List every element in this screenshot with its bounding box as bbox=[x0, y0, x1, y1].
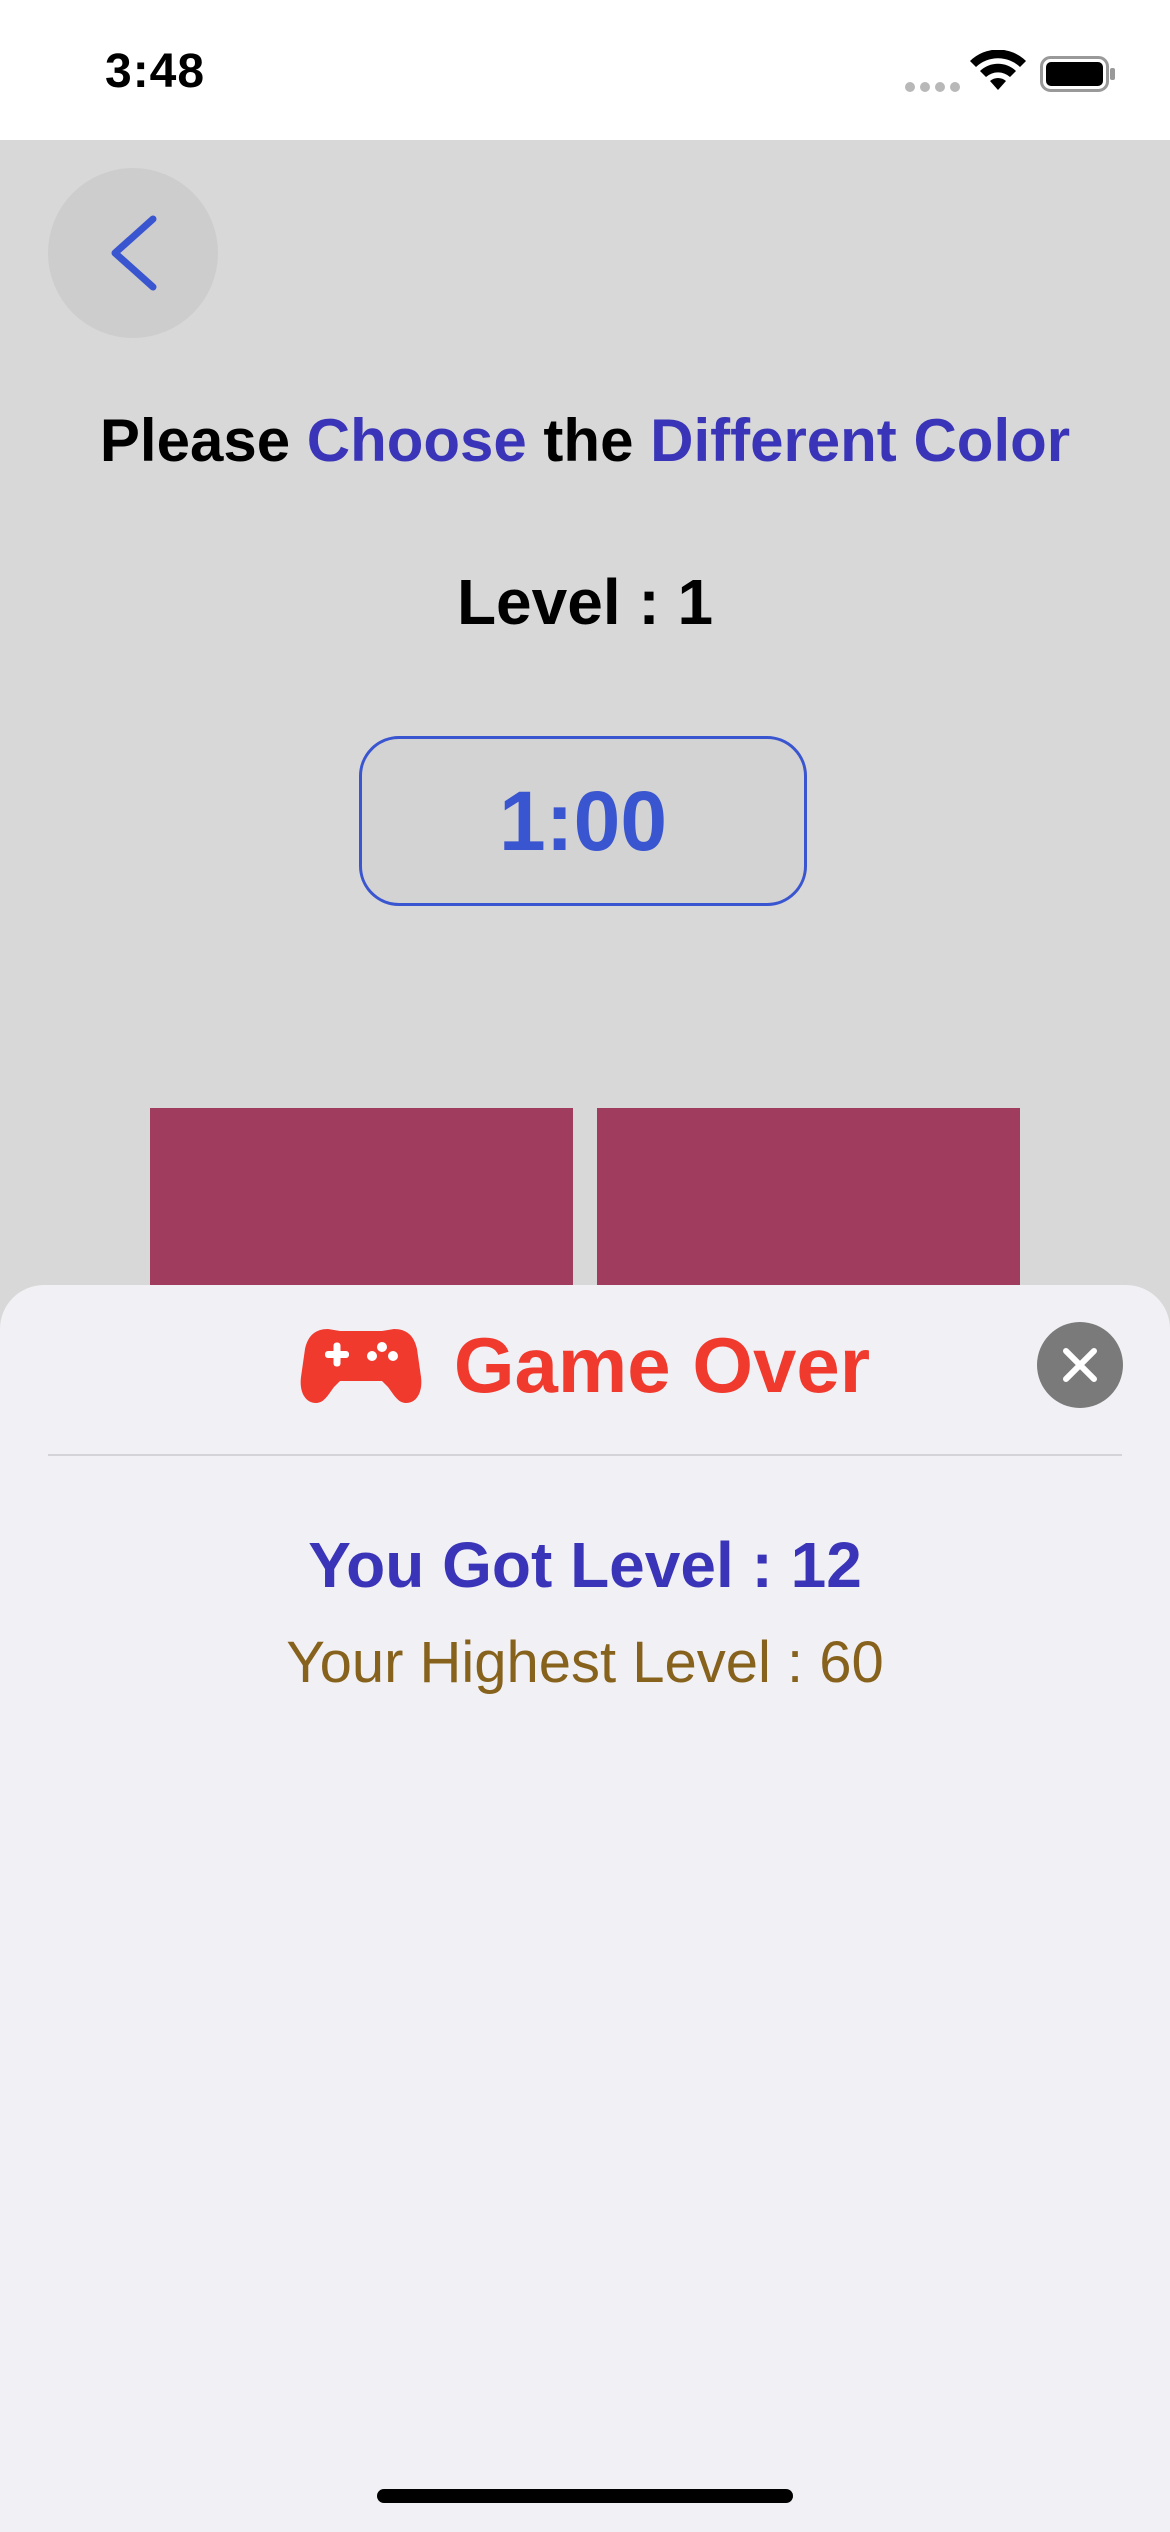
instruction-part-please: Please bbox=[99, 407, 307, 474]
instruction-part-different-color: Different Color bbox=[650, 407, 1071, 474]
status-bar: 3:48 bbox=[0, 0, 1170, 140]
status-time: 3:48 bbox=[105, 45, 206, 98]
instruction-part-choose: Choose bbox=[306, 407, 527, 474]
sheet-divider bbox=[48, 1454, 1122, 1456]
chevron-left-icon bbox=[111, 215, 157, 291]
close-button[interactable] bbox=[1037, 1322, 1123, 1408]
home-indicator bbox=[377, 2489, 793, 2503]
close-icon bbox=[1063, 1348, 1097, 1382]
timer-value: 1:00 bbox=[498, 773, 668, 868]
timer-box: 1:00 bbox=[359, 736, 807, 906]
game-over-sheet: Game Over You Got Level : 12 Your Highes… bbox=[0, 1285, 1170, 2532]
result-level-text: You Got Level : 12 bbox=[308, 1529, 862, 1601]
highest-level-text: Your Highest Level : 60 bbox=[286, 1630, 884, 1695]
gamepad-icon bbox=[300, 1329, 422, 1403]
sheet-title: Game Over bbox=[453, 1320, 871, 1409]
screen: 3:48 Please Choose the Different Color L… bbox=[0, 0, 1170, 2532]
instruction-text: Please Choose the Different Color bbox=[0, 406, 1170, 475]
back-button[interactable] bbox=[48, 168, 218, 338]
wifi-icon bbox=[970, 50, 1026, 90]
level-label: Level : 1 bbox=[456, 566, 714, 638]
sheet-title-row: Game Over bbox=[0, 1315, 1170, 1415]
cellular-signal-icon bbox=[905, 82, 961, 92]
instruction-part-the: the bbox=[526, 407, 651, 474]
battery-icon bbox=[1040, 56, 1115, 92]
